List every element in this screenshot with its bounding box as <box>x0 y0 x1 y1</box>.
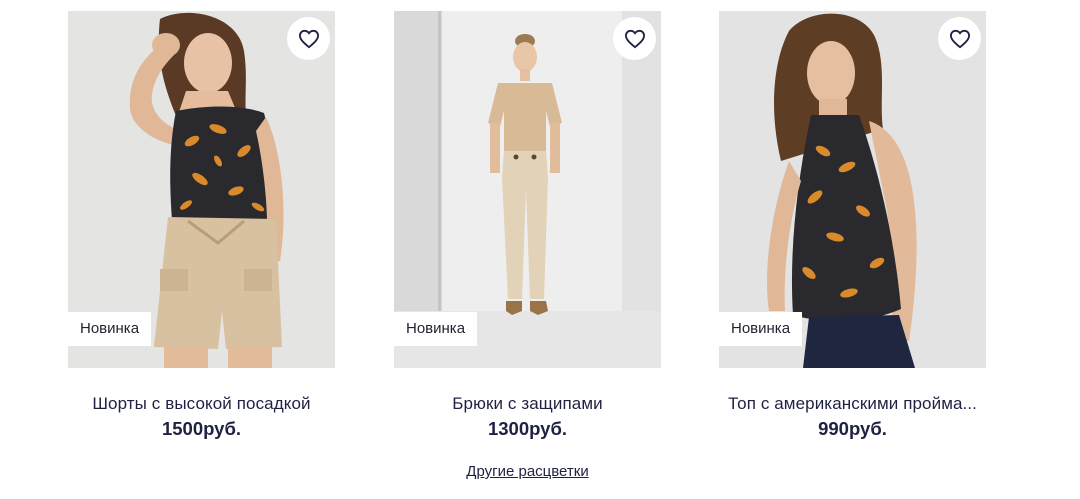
heart-outline-icon <box>298 29 319 48</box>
product-price: 1500руб. <box>161 418 242 439</box>
product-image[interactable]: Новинка <box>719 11 986 368</box>
product-image[interactable]: Новинка <box>68 11 335 368</box>
product-name[interactable]: Топ с американскими пройма... <box>719 394 986 414</box>
new-badge: Новинка <box>394 312 478 346</box>
product-image[interactable]: Новинка <box>394 11 661 368</box>
product-card: Новинка <box>68 11 336 368</box>
other-colors-link[interactable]: Другие расцветки <box>394 463 661 480</box>
favorite-button[interactable] <box>613 17 656 60</box>
new-badge: Новинка <box>68 312 152 346</box>
heart-outline-icon <box>624 29 645 48</box>
product-name[interactable]: Шорты с высокой посадкой <box>68 394 335 414</box>
product-price: 1300руб. <box>487 418 568 439</box>
product-card: Новинка <box>394 11 662 368</box>
product-grid: Новинка Шорты с высокой посадкой 1500руб… <box>0 0 1080 499</box>
favorite-button[interactable] <box>938 17 981 60</box>
favorite-button[interactable] <box>287 17 330 60</box>
new-badge: Новинка <box>719 312 803 346</box>
product-card: Новинка <box>719 11 987 368</box>
heart-outline-icon <box>949 29 970 48</box>
product-name[interactable]: Брюки с защипами <box>394 394 661 414</box>
product-price: 990руб. <box>818 418 887 439</box>
